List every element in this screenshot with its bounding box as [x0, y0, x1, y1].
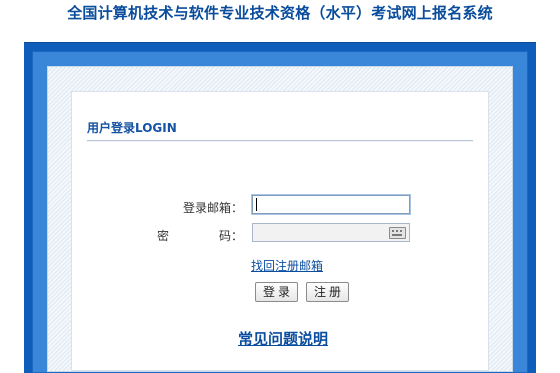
faq-link[interactable]: 常见问题说明 [238, 328, 328, 349]
keyboard-key [392, 230, 394, 232]
keyboard-key [396, 230, 398, 232]
panel-divider [87, 140, 473, 142]
email-input[interactable] [252, 195, 410, 214]
login-panel: 用户登录LOGIN 登录邮箱： 密 码： 找回注册邮箱 登录 注册 常见问题说明 [71, 91, 489, 371]
email-label: 登录邮箱： [183, 201, 244, 215]
frame-inner-border: 用户登录LOGIN 登录邮箱： 密 码： 找回注册邮箱 登录 注册 常见问题说明 [32, 51, 528, 373]
password-label-left: 密 [157, 229, 170, 243]
login-frame: 用户登录LOGIN 登录邮箱： 密 码： 找回注册邮箱 登录 注册 常见问题说明 [24, 42, 536, 373]
login-button[interactable]: 登录 [255, 282, 298, 302]
site-title: 全国计算机技术与软件专业技术资格（水平）考试网上报名系统 [67, 4, 493, 22]
frame-stripe-border: 用户登录LOGIN 登录邮箱： 密 码： 找回注册邮箱 登录 注册 常见问题说明 [47, 66, 513, 372]
keyboard-spacebar [392, 234, 402, 236]
password-label-right: 码： [219, 229, 244, 243]
text-caret [256, 198, 257, 211]
register-button[interactable]: 注册 [306, 282, 349, 302]
keyboard-key [400, 230, 402, 232]
keyboard-icon[interactable] [389, 227, 406, 239]
recover-email-link[interactable]: 找回注册邮箱 [251, 257, 323, 274]
panel-title: 用户登录LOGIN [87, 121, 177, 135]
password-input[interactable] [252, 223, 410, 242]
